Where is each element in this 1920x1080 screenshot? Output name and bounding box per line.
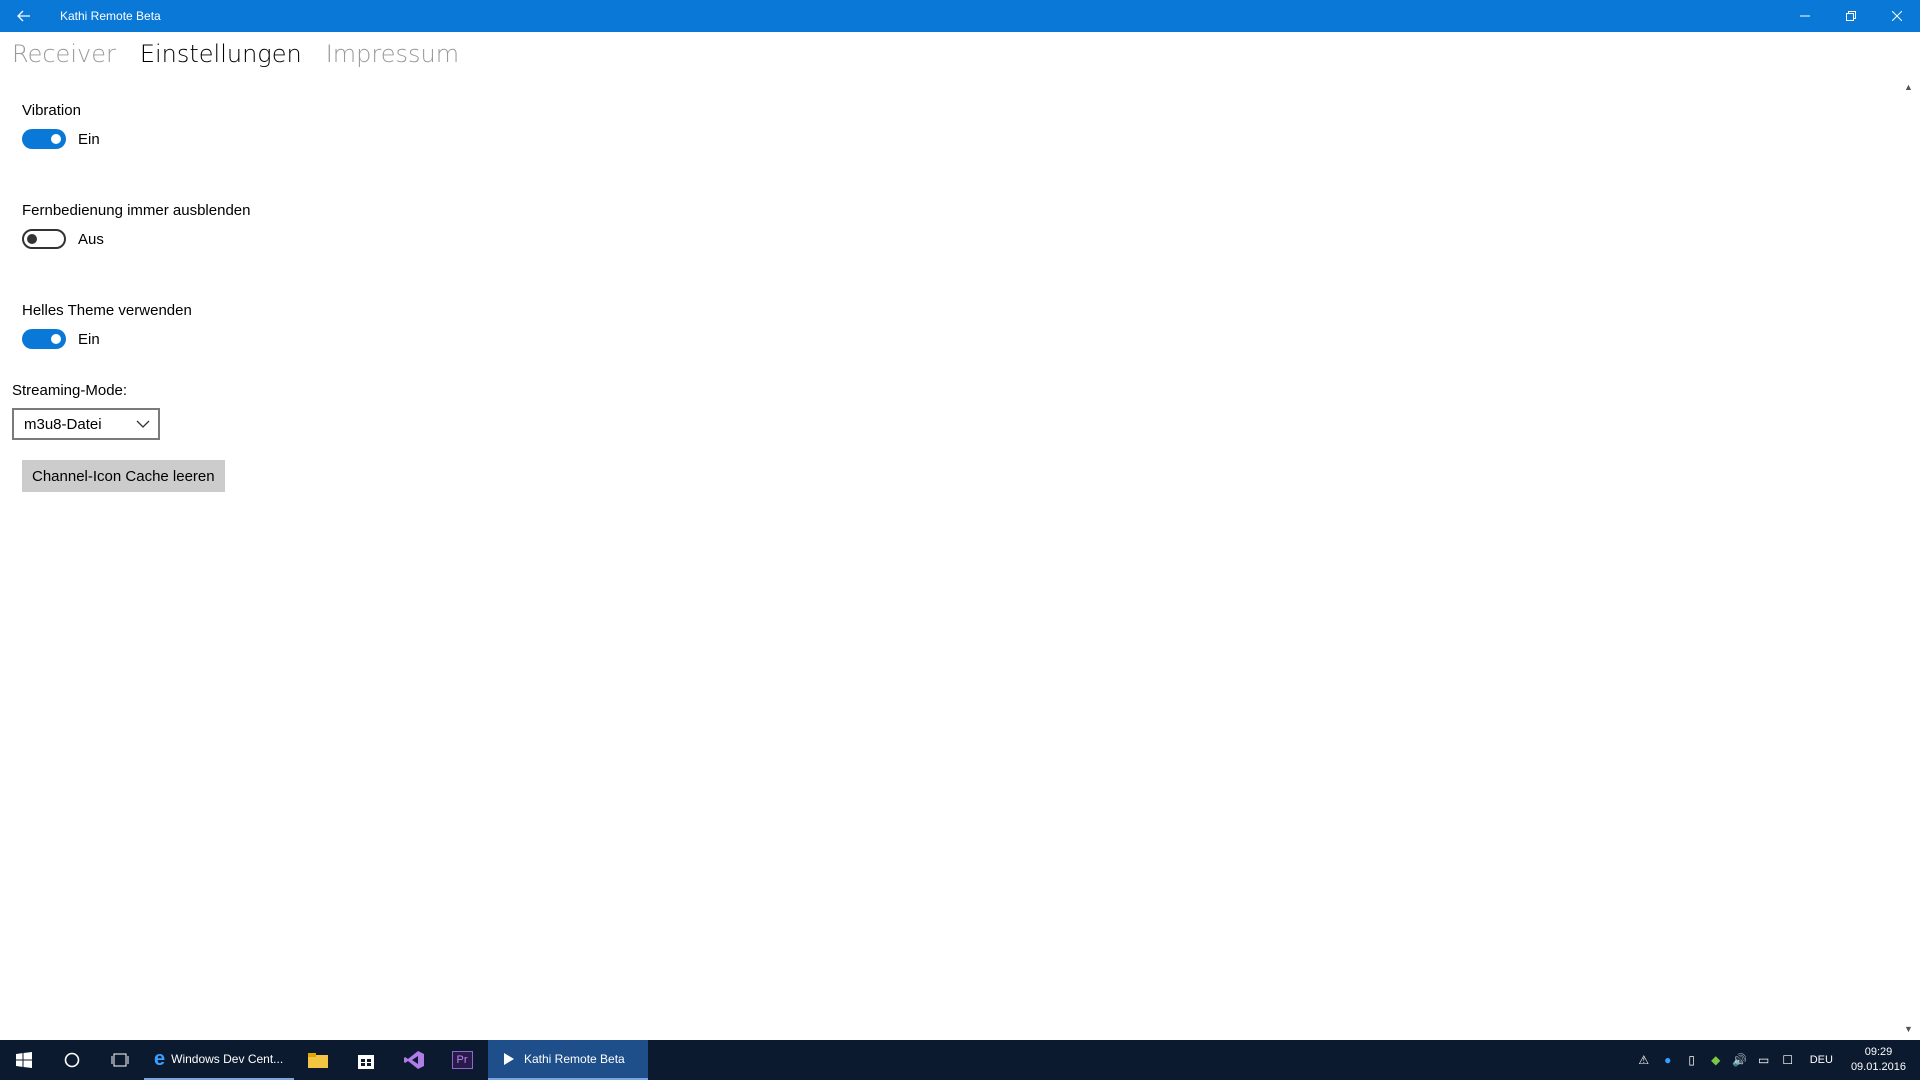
cortana-button[interactable] [48, 1040, 96, 1080]
start-button[interactable] [0, 1040, 48, 1080]
usb-icon[interactable]: ▯ [1680, 1053, 1704, 1067]
tab-impressum[interactable]: Impressum [326, 40, 459, 68]
language-indicator[interactable]: DEU [1810, 1054, 1833, 1066]
nvidia-icon[interactable]: ◆ [1704, 1053, 1728, 1067]
taskbar: e Windows Dev Cent... Pr Kathi Remote Be… [0, 1040, 1920, 1080]
taskbar-app-label: Windows Dev Cent... [171, 1052, 284, 1066]
pivot-tabs: Receiver Einstellungen Impressum [12, 40, 459, 68]
window-title: Kathi Remote Beta [60, 9, 161, 23]
light-theme-toggle[interactable] [22, 329, 66, 349]
vibration-setting: Vibration Ein [22, 102, 100, 149]
tab-receiver[interactable]: Receiver [12, 40, 116, 68]
volume-icon[interactable]: 🔊 [1728, 1053, 1752, 1067]
streaming-mode-label: Streaming-Mode: [12, 382, 128, 399]
tab-einstellungen[interactable]: Einstellungen [140, 40, 302, 68]
hide-remote-state: Aus [78, 230, 104, 248]
light-theme-label: Helles Theme verwenden [22, 302, 192, 319]
vertical-scrollbar[interactable]: ▲ ▼ [1904, 82, 1913, 1034]
store-icon [358, 1055, 374, 1069]
telegram-icon[interactable]: ● [1656, 1053, 1680, 1067]
taskbar-app-explorer[interactable] [294, 1040, 342, 1080]
minimize-icon [1800, 15, 1810, 17]
scroll-up-icon[interactable]: ▲ [1904, 82, 1913, 92]
streaming-mode-value: m3u8-Datei [24, 415, 102, 433]
cortana-icon [64, 1052, 80, 1068]
clock-date: 09.01.2016 [1850, 1061, 1906, 1073]
window-controls [1782, 0, 1920, 32]
task-view-button[interactable] [96, 1040, 144, 1080]
streaming-mode-select[interactable]: m3u8-Datei [12, 408, 160, 440]
system-tray: ⚠ ● ▯ ◆ 🔊 ▭ ☐ DEU 09:29 09.01.2016 [1632, 1040, 1920, 1080]
taskbar-app-store[interactable] [342, 1040, 390, 1080]
close-icon [1892, 11, 1902, 21]
toggle-knob [27, 234, 37, 244]
network-icon[interactable]: ▭ [1752, 1053, 1776, 1067]
clock[interactable]: 09:29 09.01.2016 [1851, 1045, 1906, 1075]
light-theme-setting: Helles Theme verwenden Ein [22, 302, 192, 349]
file-explorer-icon [308, 1053, 328, 1068]
hide-remote-label: Fernbedienung immer ausblenden [22, 202, 251, 219]
task-view-icon [111, 1053, 129, 1067]
minimize-button[interactable] [1782, 0, 1828, 32]
hide-remote-setting: Fernbedienung immer ausblenden Aus [22, 202, 250, 249]
vibration-toggle[interactable] [22, 129, 66, 149]
hide-remote-toggle[interactable] [22, 229, 66, 249]
title-bar: Kathi Remote Beta [0, 0, 1920, 32]
restore-icon [1846, 11, 1856, 21]
clear-cache-button[interactable]: Channel-Icon Cache leeren [22, 460, 225, 492]
light-theme-state: Ein [78, 330, 100, 348]
taskbar-app-label: Kathi Remote Beta [524, 1052, 625, 1066]
taskbar-app-premiere[interactable]: Pr [438, 1040, 486, 1080]
clock-time: 09:29 [1864, 1046, 1893, 1058]
network-off-icon[interactable]: ⚠ [1632, 1053, 1656, 1067]
taskbar-app-kathi-remote[interactable]: Kathi Remote Beta [488, 1040, 648, 1080]
scroll-down-icon[interactable]: ▼ [1904, 1024, 1913, 1034]
toggle-knob [51, 334, 61, 344]
taskbar-app-edge[interactable]: e Windows Dev Cent... [144, 1040, 294, 1080]
premiere-icon: Pr [451, 1051, 473, 1069]
back-button[interactable] [0, 0, 48, 32]
vibration-state: Ein [78, 130, 100, 148]
restore-button[interactable] [1828, 0, 1874, 32]
windows-logo-icon [16, 1052, 32, 1068]
toggle-knob [51, 134, 61, 144]
back-arrow-icon [17, 10, 30, 22]
close-button[interactable] [1874, 0, 1920, 32]
vibration-label: Vibration [22, 102, 81, 119]
taskbar-app-visual-studio[interactable] [390, 1040, 438, 1080]
chevron-down-icon [136, 420, 150, 428]
edge-icon: e [154, 1047, 166, 1070]
visual-studio-icon [404, 1051, 424, 1069]
play-icon [504, 1053, 514, 1065]
action-center-icon[interactable]: ☐ [1776, 1053, 1800, 1067]
